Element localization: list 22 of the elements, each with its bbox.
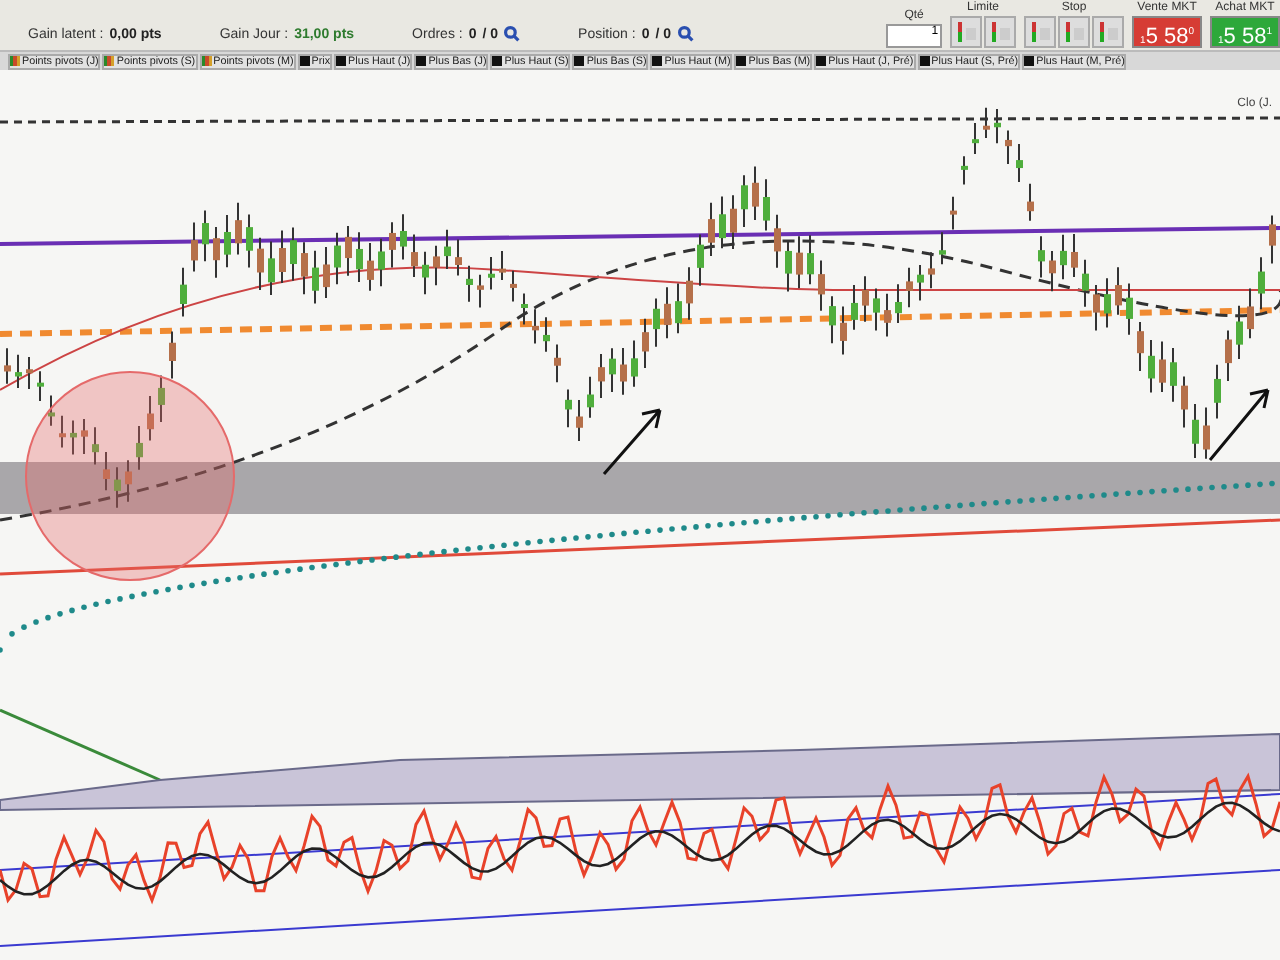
limit-order-icon[interactable] bbox=[984, 16, 1017, 49]
line-swatch-icon bbox=[299, 56, 310, 67]
line-swatch-icon bbox=[574, 56, 585, 67]
search-icon[interactable] bbox=[504, 26, 521, 43]
pivot-swatch-icon bbox=[201, 56, 212, 67]
line-swatch-icon bbox=[1024, 56, 1035, 67]
line-swatch-icon bbox=[736, 56, 747, 67]
line-swatch-icon bbox=[652, 56, 663, 67]
line-swatch-icon bbox=[416, 56, 427, 67]
stop-order-icon[interactable] bbox=[1024, 16, 1057, 49]
arrow bbox=[602, 408, 662, 476]
pivot-swatch-icon bbox=[104, 56, 115, 67]
stop-order-icon[interactable] bbox=[1092, 16, 1125, 49]
limit-order-icon[interactable] bbox=[950, 16, 983, 49]
stop-order-icon[interactable] bbox=[1058, 16, 1091, 49]
arrow bbox=[1208, 388, 1270, 462]
search-icon[interactable] bbox=[677, 26, 694, 43]
line-swatch-icon bbox=[336, 56, 347, 67]
line-swatch-icon bbox=[816, 56, 827, 67]
pivot-swatch-icon bbox=[10, 56, 20, 67]
line-swatch-icon bbox=[492, 56, 503, 67]
line-swatch-icon bbox=[919, 56, 930, 67]
